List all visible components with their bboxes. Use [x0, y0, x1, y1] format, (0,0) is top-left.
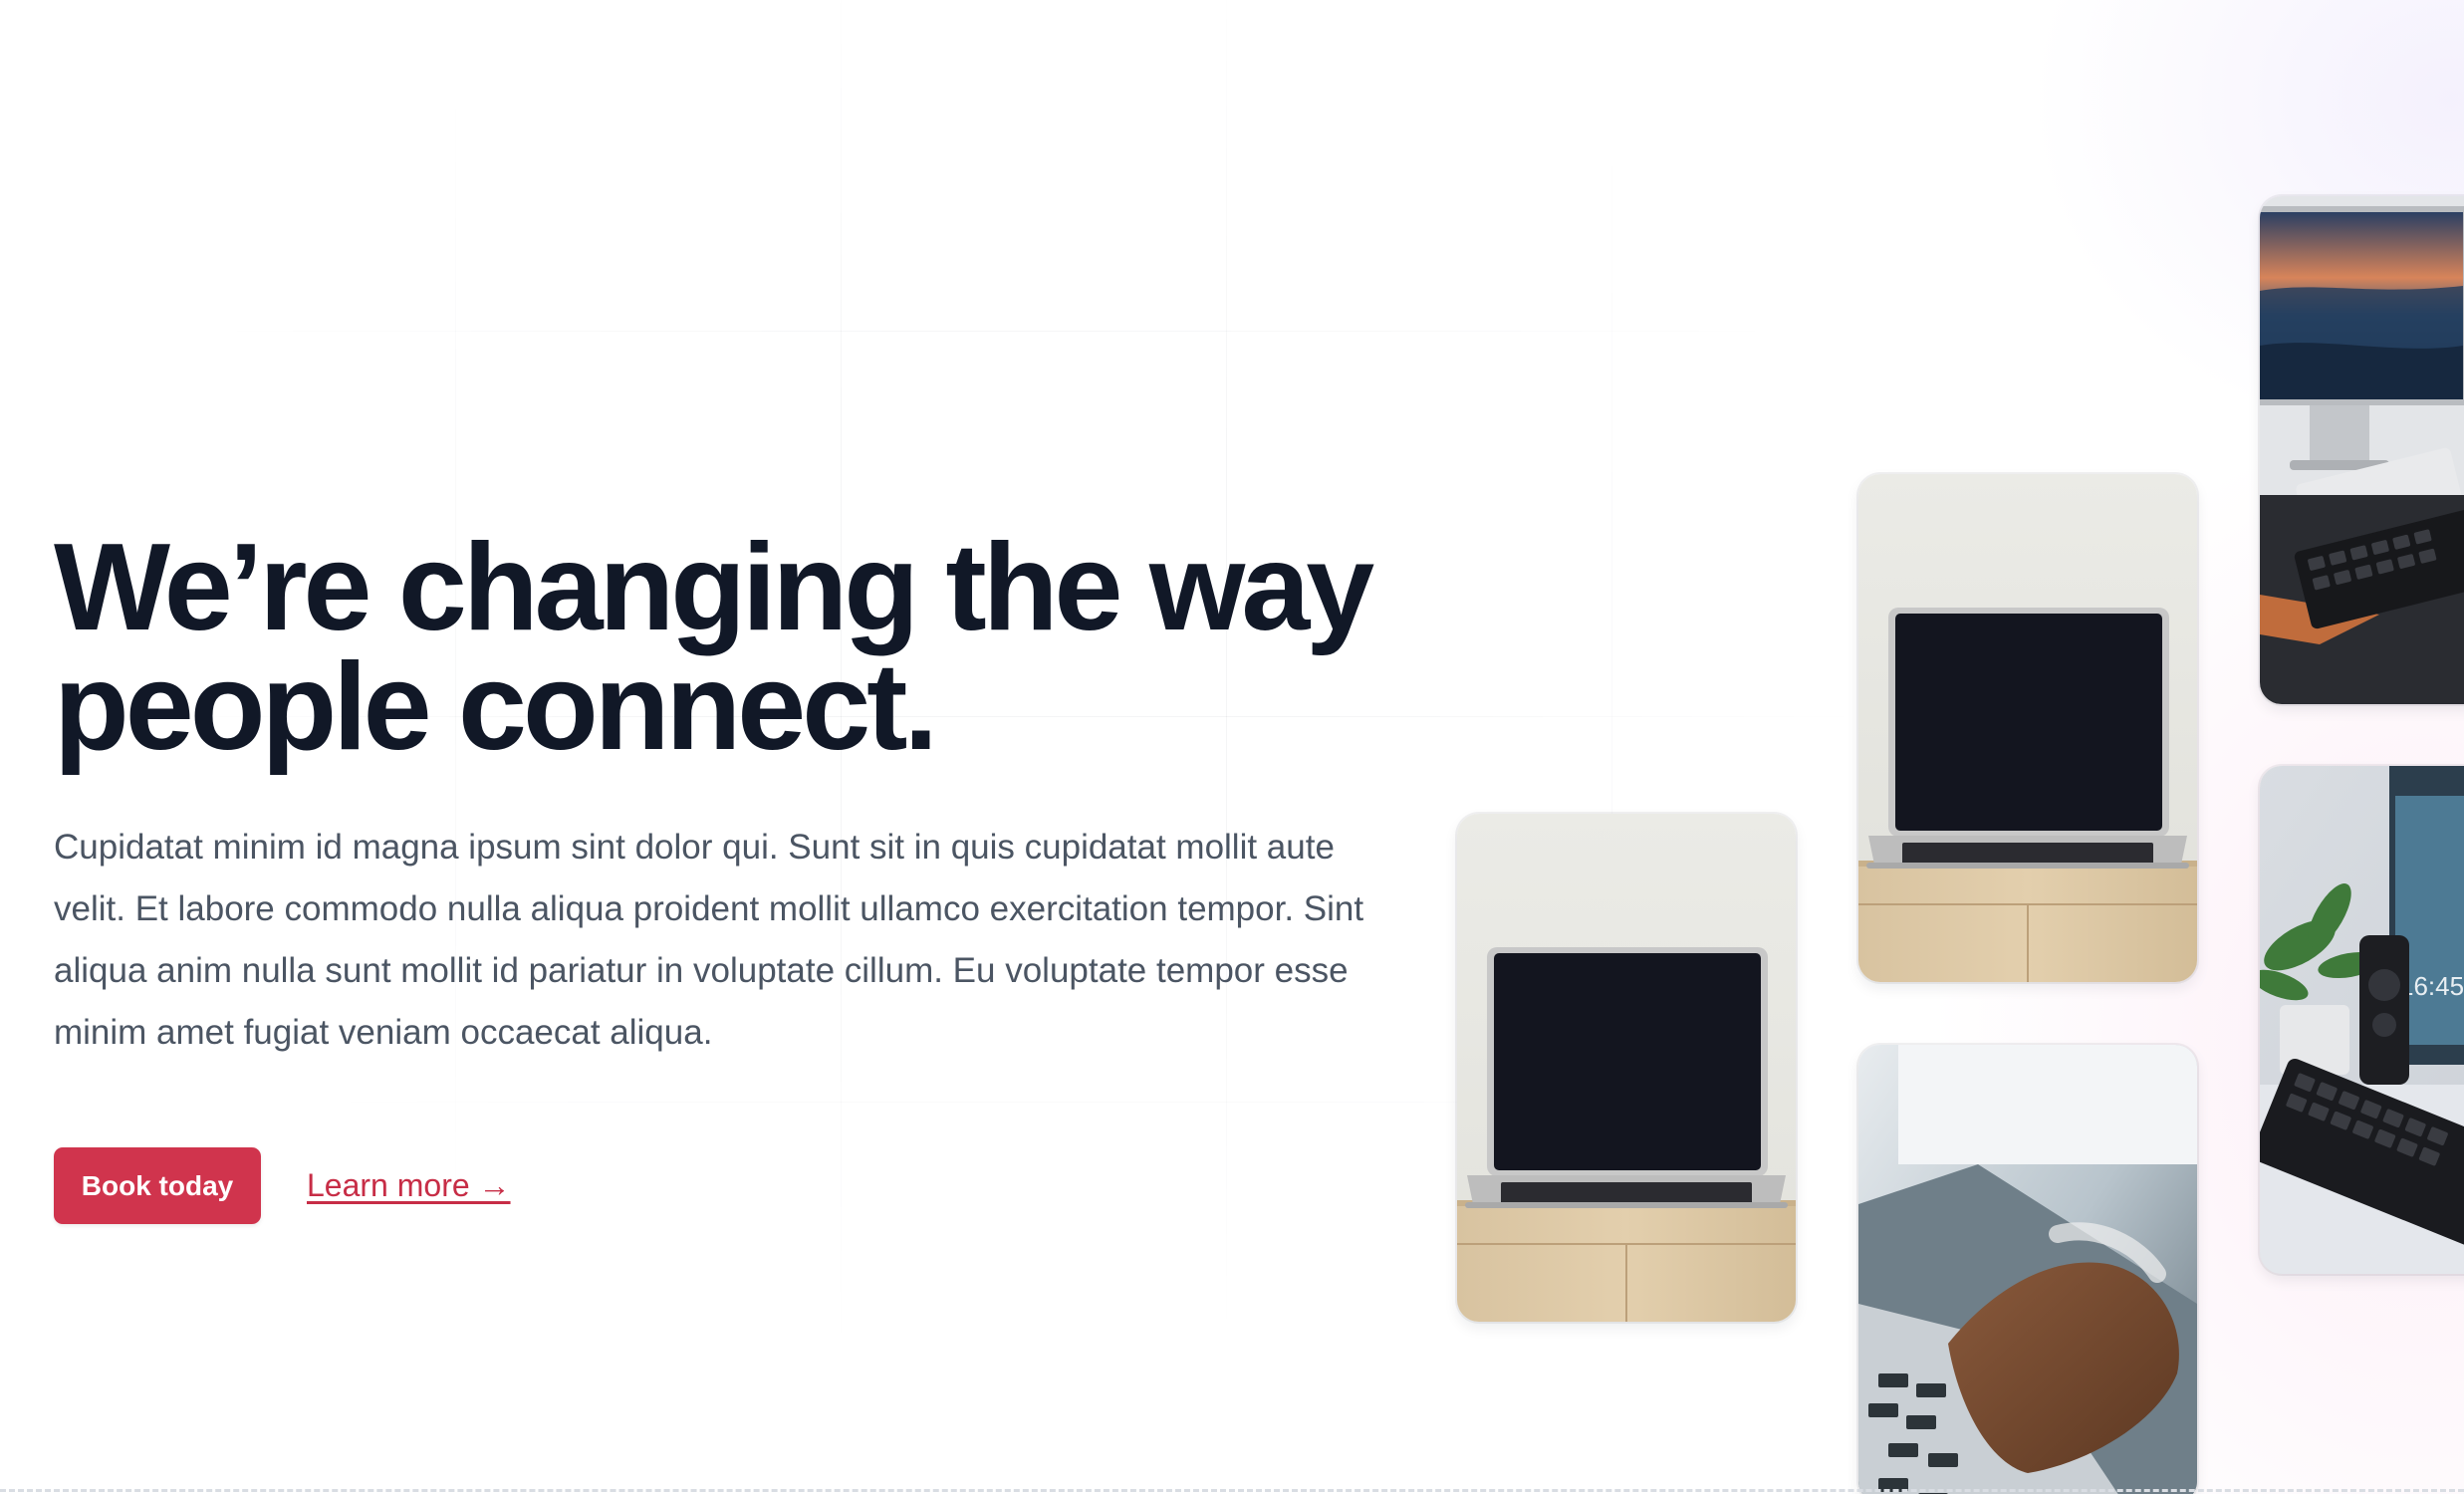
book-today-button[interactable]: Book today — [54, 1147, 261, 1224]
hero-description: Cupidatat minim id magna ipsum sint dolo… — [54, 828, 1364, 1052]
hero-content: We’re changing the way people connect. C… — [54, 526, 1428, 1224]
section-divider — [0, 1489, 2464, 1492]
laptop-on-desk-photo — [1858, 474, 2197, 982]
headline-line-1: We’re changing the way — [54, 519, 1374, 656]
learn-more-link[interactable]: Learn more → — [307, 1167, 511, 1204]
laptop-on-desk-photo — [1457, 814, 1796, 1322]
hands-typing-laptop-photo — [1858, 1045, 2197, 1494]
hero-actions: Book today Learn more → — [54, 1147, 1428, 1224]
desk-clock-plant-keyboard-photo: 16:45 — [2260, 766, 2464, 1274]
hero-section: We’re changing the way people connect. C… — [0, 0, 2464, 1494]
headline-line-2: people connect. — [54, 638, 938, 776]
monitor-keyboard-desk-photo — [2260, 196, 2464, 704]
hero-headline: We’re changing the way people connect. — [54, 526, 1428, 769]
